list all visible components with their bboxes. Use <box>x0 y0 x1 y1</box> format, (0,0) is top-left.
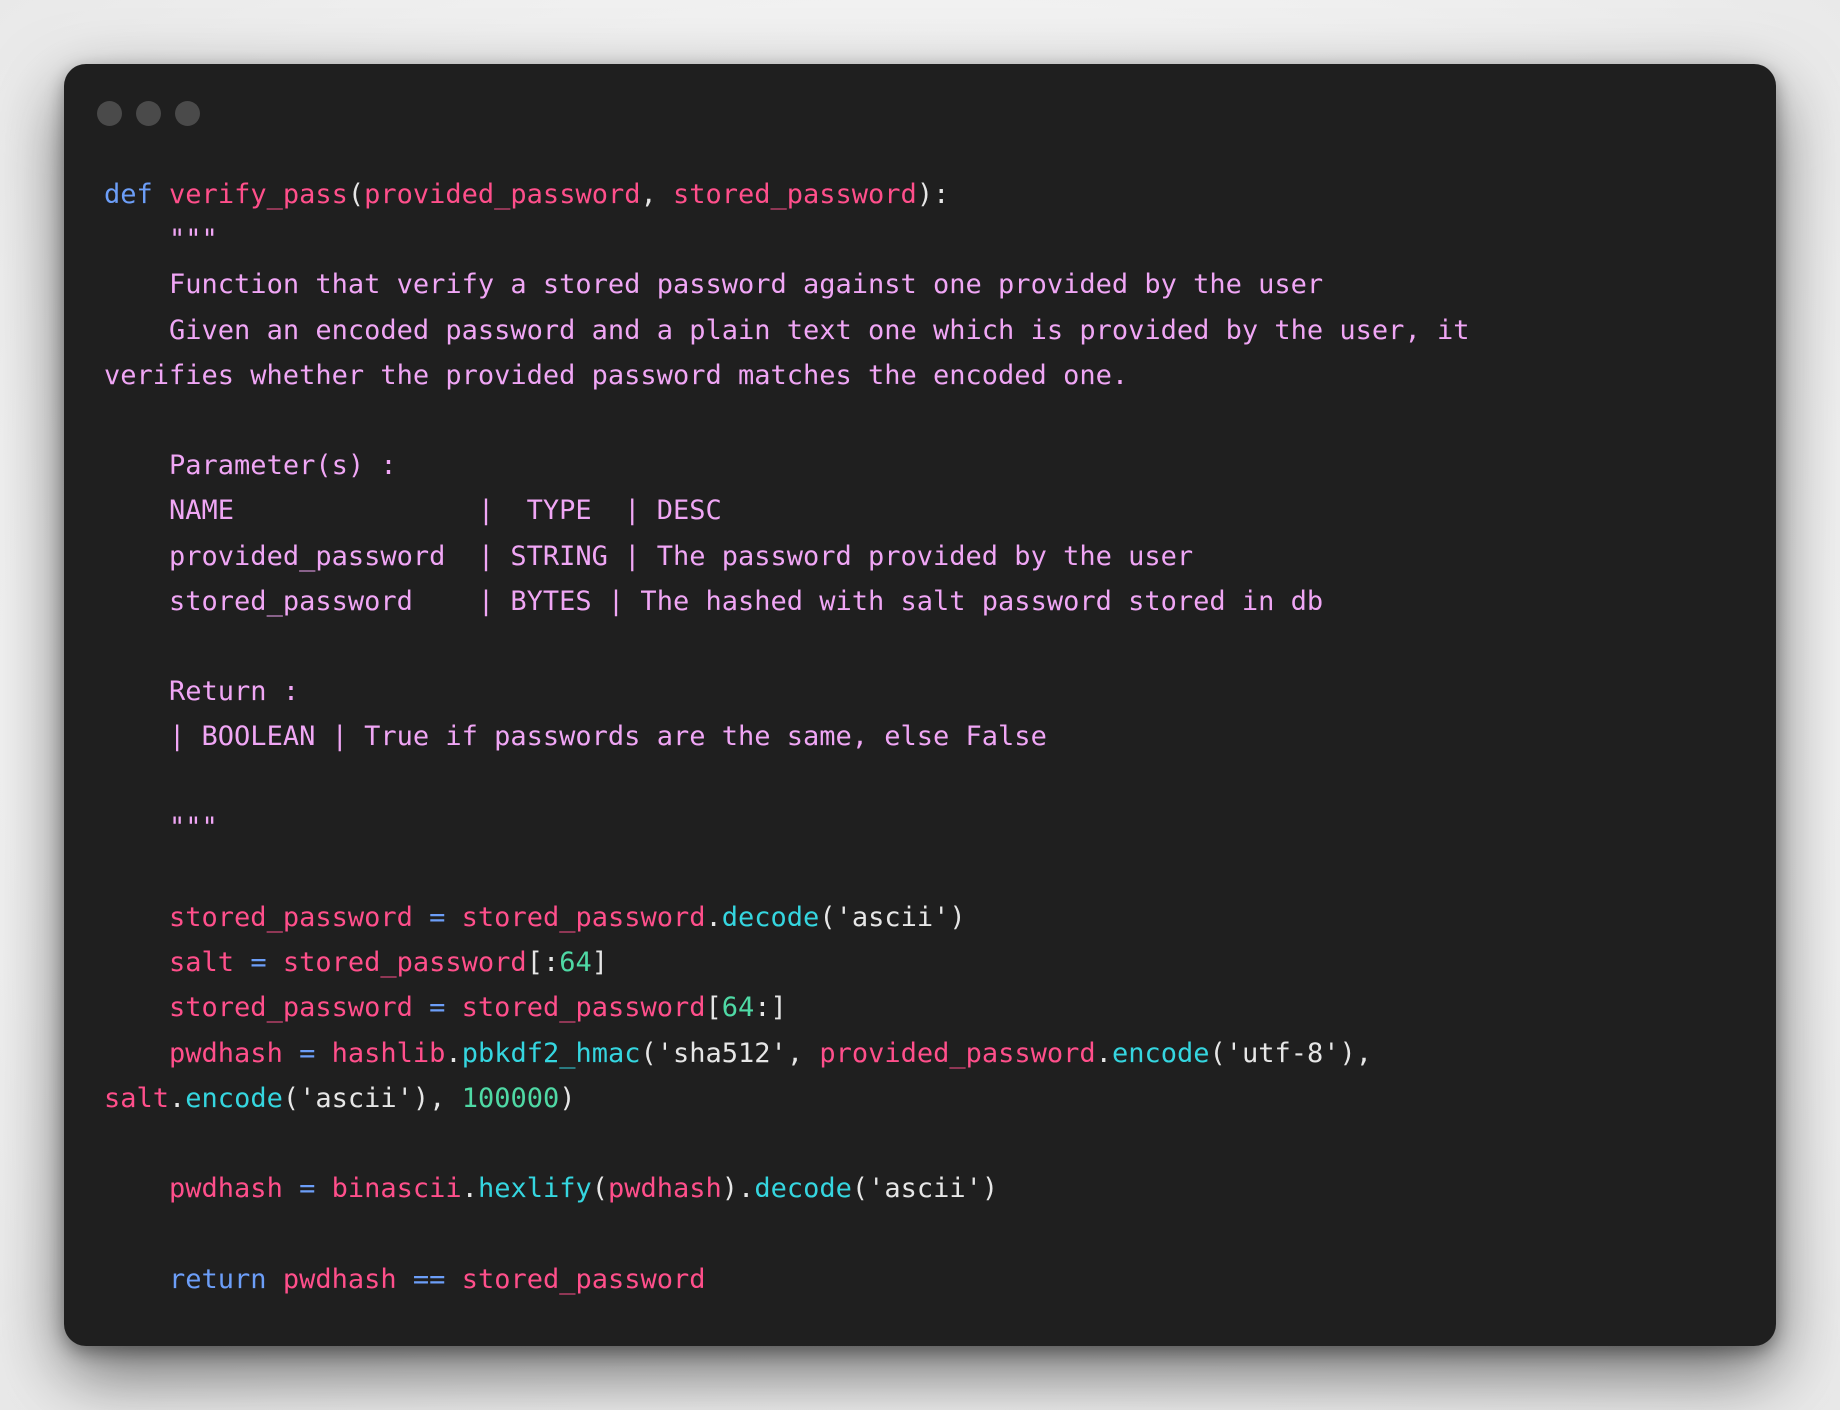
var-pwdhash: pwdhash <box>169 1173 283 1205</box>
code-line: Function that verify a stored password a… <box>104 262 1744 307</box>
method-decode: decode <box>721 902 820 933</box>
code-line: return pwdhash == stored_password <box>104 1257 1744 1302</box>
code-line: provided_password | STRING | The passwor… <box>104 534 1744 579</box>
method-encode: encode <box>185 1082 283 1114</box>
docstring-close: """ <box>169 811 218 843</box>
keyword-return: return <box>169 1263 267 1295</box>
docstring-text: Given an encoded password and a plain te… <box>169 314 1470 346</box>
code-line: Given an encoded password and a plain te… <box>104 308 1744 353</box>
assign-op: = <box>299 1173 316 1205</box>
number-100000: 100000 <box>461 1082 560 1114</box>
var-salt: salt <box>169 947 235 979</box>
param-stored-password: stored_password <box>672 179 917 210</box>
function-name: verify_pass <box>169 179 348 210</box>
close-dot-icon[interactable] <box>97 101 122 126</box>
assign-op: = <box>299 1037 316 1069</box>
code-line: pwdhash = binascii.hexlify(pwdhash).deco… <box>169 1173 999 1205</box>
code-block: def verify_pass(provided_password, store… <box>104 172 1744 1302</box>
string-ascii: 'ascii' <box>868 1173 982 1205</box>
var-stored-password: stored_password <box>169 902 413 933</box>
code-window: def verify_pass(provided_password, store… <box>64 64 1776 1346</box>
code-line: verifies whether the provided password m… <box>104 353 1744 398</box>
var-pwdhash: pwdhash <box>169 1037 283 1069</box>
docstring-text: Return : <box>169 676 300 708</box>
docstring-text: stored_password | BYTES | The hashed wit… <box>169 585 1324 617</box>
assign-op: = <box>250 947 267 979</box>
var-pwdhash: pwdhash <box>282 1263 397 1295</box>
code-line: salt.encode('ascii'), 100000) <box>104 1082 576 1114</box>
code-line: | BOOLEAN | True if passwords are the sa… <box>104 714 1744 759</box>
code-line: """ <box>104 805 1744 850</box>
var-stored-password: stored_password <box>169 992 413 1024</box>
maximize-dot-icon[interactable] <box>175 101 200 126</box>
number-64: 64 <box>559 947 592 979</box>
assign-op: = <box>429 992 446 1024</box>
equality-op: == <box>412 1263 446 1295</box>
method-pbkdf2-hmac: pbkdf2_hmac <box>461 1037 641 1069</box>
assign-op: = <box>429 902 446 933</box>
string-sha512: 'sha512' <box>656 1037 787 1069</box>
docstring-text: | BOOLEAN | True if passwords are the sa… <box>169 721 1047 753</box>
code-line: pwdhash = hashlib.pbkdf2_hmac('sha512', … <box>169 1037 1373 1069</box>
string-ascii: 'ascii' <box>835 902 950 933</box>
var-stored-password: stored_password <box>461 1263 706 1295</box>
code-line: Parameter(s) : <box>104 443 1744 488</box>
code-line: Return : <box>104 669 1744 714</box>
docstring-open: """ <box>169 224 218 256</box>
keyword-def: def <box>104 179 153 210</box>
string-ascii: 'ascii' <box>299 1082 413 1114</box>
code-line: NAME | TYPE | DESC <box>104 488 1744 533</box>
var-pwdhash: pwdhash <box>608 1173 722 1205</box>
method-decode: decode <box>754 1173 852 1205</box>
docstring-text: verifies whether the provided password m… <box>104 359 1129 391</box>
code-line: stored_password = stored_password.decode… <box>169 902 966 933</box>
docstring-text: NAME | TYPE | DESC <box>169 495 722 527</box>
string-utf8: 'utf-8' <box>1225 1037 1340 1069</box>
window-controls <box>97 101 200 127</box>
code-line: salt = stored_password[:64] <box>169 947 608 979</box>
docstring-text: Parameter(s) : <box>169 450 397 482</box>
docstring-text: Function that verify a stored password a… <box>169 269 1324 301</box>
code-line: """ <box>104 217 1744 262</box>
minimize-dot-icon[interactable] <box>136 101 161 126</box>
code-line: stored_password = stored_password[64:] <box>169 992 787 1024</box>
var-stored-password: stored_password <box>461 992 706 1024</box>
module-binascii: binascii <box>331 1173 462 1205</box>
module-hashlib: hashlib <box>331 1037 446 1069</box>
number-64: 64 <box>721 992 755 1024</box>
code-line: def verify_pass(provided_password, store… <box>104 179 950 210</box>
var-provided-password: provided_password <box>819 1037 1096 1069</box>
method-hexlify: hexlify <box>477 1173 592 1205</box>
method-encode: encode <box>1111 1037 1210 1069</box>
var-stored-password: stored_password <box>282 947 527 979</box>
var-salt: salt <box>104 1082 170 1114</box>
docstring-text: provided_password | STRING | The passwor… <box>169 540 1194 572</box>
param-provided-password: provided_password <box>364 179 641 210</box>
code-line: stored_password | BYTES | The hashed wit… <box>104 579 1744 624</box>
var-stored-password: stored_password <box>461 902 706 933</box>
